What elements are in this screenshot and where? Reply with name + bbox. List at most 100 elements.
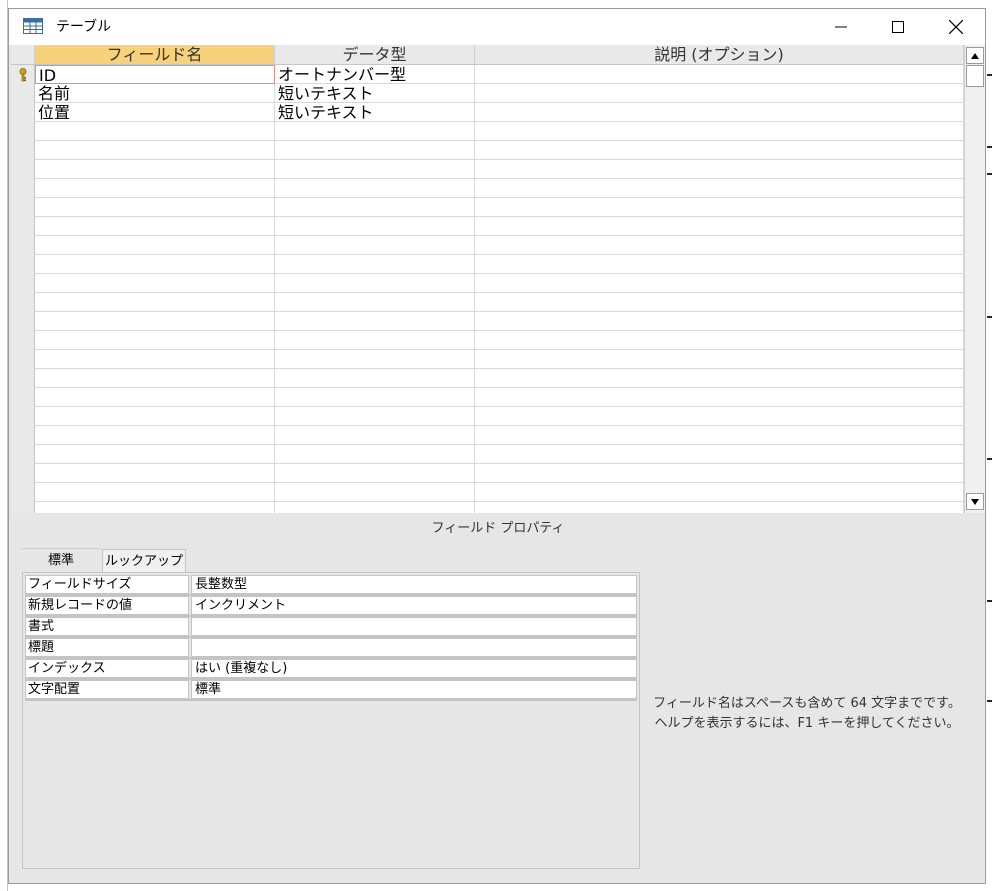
field-name-cell[interactable] [35, 483, 275, 502]
row-selector[interactable] [11, 407, 35, 426]
property-label[interactable]: 標題 [25, 638, 189, 657]
row-selector[interactable] [11, 65, 35, 84]
data-type-cell[interactable] [275, 331, 475, 350]
field-name-cell[interactable] [35, 122, 275, 141]
data-type-cell[interactable]: 短いテキスト [275, 84, 475, 103]
row-selector[interactable] [11, 160, 35, 179]
table-row[interactable]: 位置 短いテキスト [11, 103, 964, 122]
column-header-field-name[interactable]: フィールド名 [35, 45, 275, 64]
field-name-cell[interactable]: 位置 [35, 103, 275, 122]
table-row[interactable]: 名前 短いテキスト [11, 84, 964, 103]
data-type-cell[interactable] [275, 179, 475, 198]
empty-row[interactable] [11, 312, 964, 331]
row-selector[interactable] [11, 84, 35, 103]
row-selector[interactable] [11, 141, 35, 160]
scroll-down-button[interactable] [966, 493, 984, 510]
property-value[interactable] [191, 638, 637, 657]
data-type-cell[interactable] [275, 464, 475, 483]
description-cell[interactable] [475, 312, 964, 331]
field-name-cell[interactable] [35, 198, 275, 217]
scroll-up-button[interactable] [966, 47, 984, 64]
close-button[interactable] [928, 9, 984, 45]
data-type-cell[interactable] [275, 198, 475, 217]
field-name-cell[interactable] [35, 331, 275, 350]
description-cell[interactable] [475, 407, 964, 426]
field-name-cell[interactable] [35, 217, 275, 236]
row-selector[interactable] [11, 502, 35, 513]
data-type-cell[interactable] [275, 274, 475, 293]
description-cell[interactable] [475, 483, 964, 502]
field-name-cell[interactable] [35, 312, 275, 331]
select-all-corner[interactable] [11, 45, 35, 64]
empty-row[interactable] [11, 445, 964, 464]
field-name-cell[interactable] [35, 179, 275, 198]
description-cell[interactable] [475, 103, 964, 122]
data-type-cell[interactable] [275, 141, 475, 160]
empty-row[interactable] [11, 464, 964, 483]
description-cell[interactable] [475, 274, 964, 293]
description-cell[interactable] [475, 198, 964, 217]
data-type-cell[interactable] [275, 350, 475, 369]
description-cell[interactable] [475, 84, 964, 103]
empty-row[interactable] [11, 293, 964, 312]
row-selector[interactable] [11, 293, 35, 312]
row-selector[interactable] [11, 464, 35, 483]
row-selector[interactable] [11, 236, 35, 255]
empty-row[interactable] [11, 369, 964, 388]
title-bar[interactable]: テーブル [9, 9, 985, 45]
field-name-cell[interactable] [35, 141, 275, 160]
data-type-cell[interactable] [275, 445, 475, 464]
empty-row[interactable] [11, 141, 964, 160]
row-selector[interactable] [11, 483, 35, 502]
tab-lookup[interactable]: ルックアップ [102, 549, 186, 572]
row-selector[interactable] [11, 103, 35, 122]
description-cell[interactable] [475, 141, 964, 160]
empty-row[interactable] [11, 255, 964, 274]
minimize-button[interactable] [813, 9, 869, 45]
property-value[interactable] [191, 617, 637, 636]
field-name-cell[interactable] [35, 426, 275, 445]
field-name-cell[interactable] [35, 293, 275, 312]
empty-row[interactable] [11, 122, 964, 141]
field-name-cell[interactable] [35, 464, 275, 483]
empty-row[interactable] [11, 502, 964, 513]
field-name-cell[interactable] [35, 350, 275, 369]
data-type-cell[interactable] [275, 217, 475, 236]
description-cell[interactable] [475, 179, 964, 198]
description-cell[interactable] [475, 65, 964, 84]
property-value[interactable]: はい (重複なし) [191, 659, 637, 678]
property-label[interactable]: 新規レコードの値 [25, 596, 189, 615]
property-label[interactable]: フィールドサイズ [25, 575, 189, 594]
description-cell[interactable] [475, 255, 964, 274]
field-name-cell[interactable] [35, 388, 275, 407]
empty-row[interactable] [11, 350, 964, 369]
data-type-cell[interactable]: 短いテキスト [275, 103, 475, 122]
data-type-cell[interactable] [275, 388, 475, 407]
field-name-cell[interactable] [35, 407, 275, 426]
data-type-cell[interactable] [275, 407, 475, 426]
empty-row[interactable] [11, 236, 964, 255]
property-label[interactable]: インデックス [25, 659, 189, 678]
row-selector[interactable] [11, 198, 35, 217]
field-name-cell[interactable] [35, 236, 275, 255]
description-cell[interactable] [475, 217, 964, 236]
description-cell[interactable] [475, 236, 964, 255]
data-type-cell[interactable] [275, 426, 475, 445]
description-cell[interactable] [475, 331, 964, 350]
data-type-cell[interactable] [275, 293, 475, 312]
description-cell[interactable] [475, 445, 964, 464]
row-selector[interactable] [11, 255, 35, 274]
property-label[interactable]: 書式 [25, 617, 189, 636]
tab-general[interactable]: 標準 [21, 548, 101, 572]
scroll-thumb[interactable] [966, 65, 984, 87]
row-selector[interactable] [11, 350, 35, 369]
column-header-data-type[interactable]: データ型 [275, 45, 475, 64]
row-selector[interactable] [11, 426, 35, 445]
description-cell[interactable] [475, 464, 964, 483]
maximize-button[interactable] [870, 9, 926, 45]
data-type-cell[interactable] [275, 160, 475, 179]
column-header-description[interactable]: 説明 (オプション) [475, 45, 964, 64]
description-cell[interactable] [475, 122, 964, 141]
description-cell[interactable] [475, 502, 964, 513]
data-type-cell[interactable] [275, 312, 475, 331]
